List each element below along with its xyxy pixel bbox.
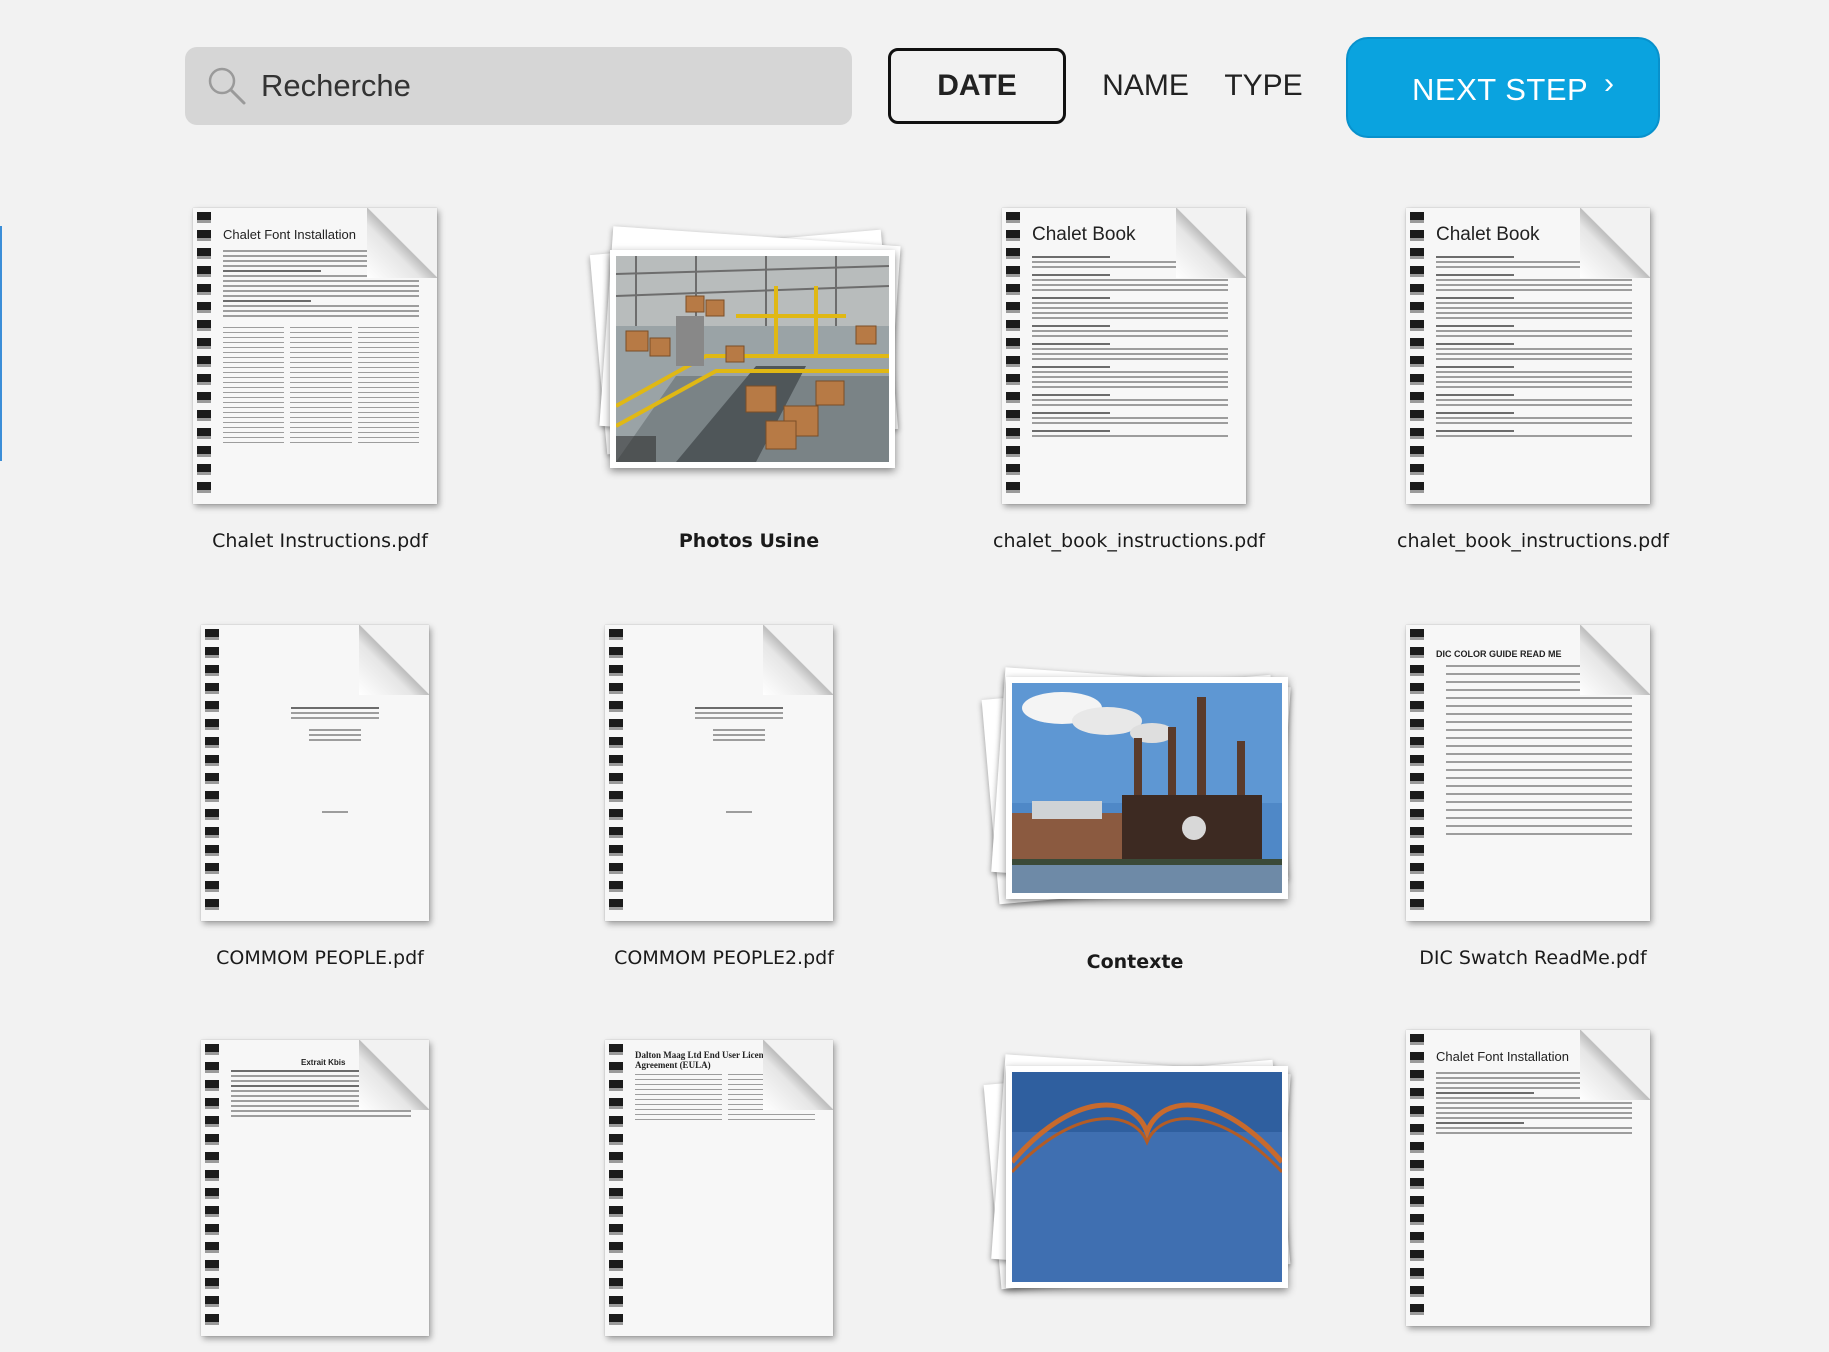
photo-stack-icon: [554, 200, 944, 520]
doc-preview-title: Chalet Font Installation: [1436, 1049, 1569, 1064]
next-step-button[interactable]: NEXT STEP ›: [1346, 37, 1660, 138]
sort-by-date-button[interactable]: DATE: [888, 48, 1066, 124]
pdf-document-icon: Chalet Font Installation: [1338, 1022, 1728, 1342]
chevron-right-icon: ›: [1604, 67, 1614, 100]
factory-conveyor-photo: [616, 256, 889, 462]
file-name: chalet_book_instructions.pdf: [1397, 530, 1669, 552]
doc-preview-title: Extrait Kbis: [301, 1058, 346, 1067]
bridge-photo: [1012, 1072, 1282, 1282]
file-name: COMMOM PEOPLE.pdf: [216, 947, 424, 969]
pdf-document-icon: DIC COLOR GUIDE READ ME: [1338, 617, 1728, 937]
photo-stack-icon: [940, 617, 1330, 937]
pdf-document-icon: Chalet Book: [934, 200, 1324, 520]
pdf-document-icon: [529, 617, 919, 937]
doc-preview-title: Chalet Font Installation: [223, 227, 356, 242]
power-plant-photo: [1012, 683, 1282, 893]
file-name: Photos Usine: [678, 530, 820, 552]
file-name: DIC Swatch ReadMe.pdf: [1419, 947, 1647, 969]
photo-stack-icon: [940, 1032, 1330, 1352]
search-input[interactable]: [259, 67, 823, 105]
sort-by-name-button[interactable]: NAME: [1098, 48, 1193, 124]
pdf-document-icon: Extrait Kbis: [125, 1032, 515, 1352]
search-bar[interactable]: [185, 47, 852, 125]
pdf-document-icon: Dalton Maag Ltd End User Licence Agreeme…: [529, 1032, 919, 1352]
sort-by-type-button[interactable]: TYPE: [1221, 48, 1306, 124]
doc-preview-title: Chalet Book: [1436, 224, 1540, 245]
doc-preview-title: DIC COLOR GUIDE READ ME: [1436, 649, 1562, 659]
pdf-document-icon: Chalet Book: [1338, 200, 1728, 520]
file-name: Contexte: [1086, 951, 1184, 973]
pdf-document-icon: [125, 617, 515, 937]
selection-edge-marker: [0, 226, 2, 461]
file-name: COMMOM PEOPLE2.pdf: [614, 947, 834, 969]
file-name: chalet_book_instructions.pdf: [993, 530, 1265, 552]
next-step-label: NEXT STEP: [1412, 72, 1589, 107]
file-name: Chalet Instructions.pdf: [212, 530, 428, 552]
pdf-document-icon: Chalet Font Installation: [125, 200, 515, 520]
doc-preview-title: Chalet Book: [1032, 224, 1136, 245]
search-icon: [208, 67, 246, 105]
